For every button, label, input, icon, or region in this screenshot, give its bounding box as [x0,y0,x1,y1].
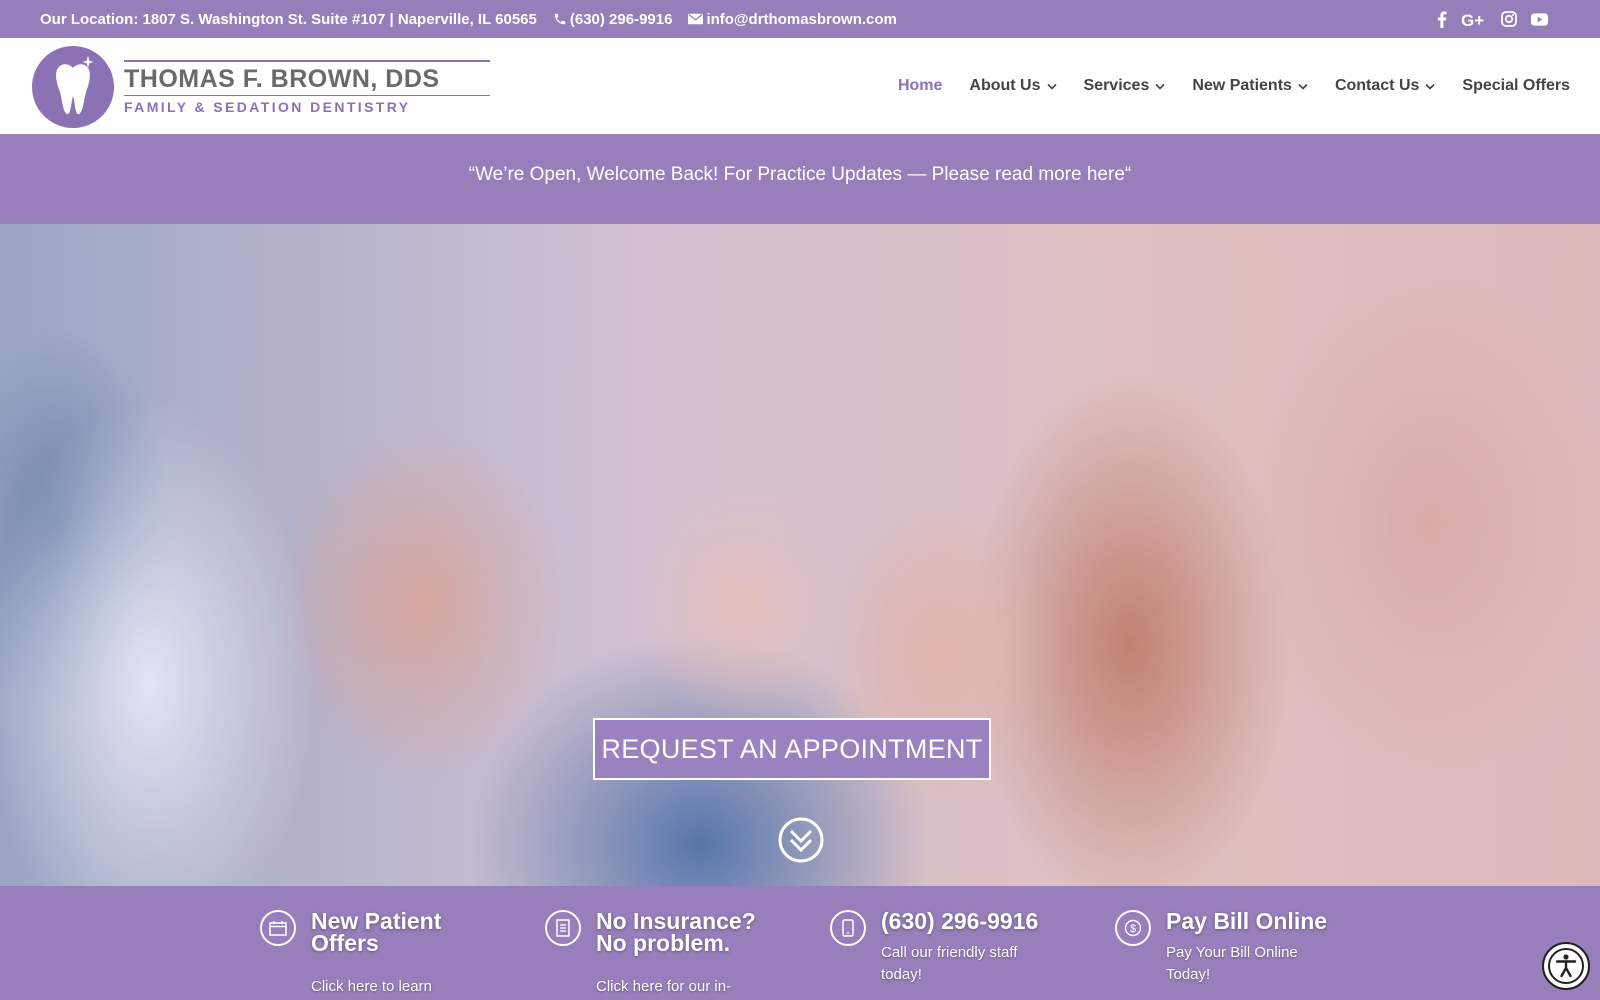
instagram-icon[interactable] [1501,9,1517,29]
facebook-icon[interactable] [1437,9,1447,29]
feature-text: Pay Your Bill Online Today! [1166,942,1336,986]
nav-special-offers-label: Special Offers [1462,77,1570,94]
feature-text-line: Today! [1166,966,1211,983]
request-appointment-button[interactable]: REQUEST AN APPOINTMENT [593,718,991,780]
nav-new-patients-label: New Patients [1192,77,1292,94]
feature-title-line: (630) 296-9916 [881,908,1039,934]
feature-title-line: No problem. [596,930,731,956]
social-links: G+ [1437,0,1548,38]
dollar-icon: $ [1115,910,1151,946]
nav-services-label: Services [1083,77,1150,94]
phone-text: (630) 296-9916 [569,10,673,28]
location-text: Our Location: 1807 S. Washington St. Sui… [40,10,537,28]
feature-title-line: Offers [311,930,379,956]
phone-link[interactable]: (630) 296-9916 [553,10,673,28]
feature-no-insurance[interactable]: No Insurance? No problem. Click here for… [545,910,795,1000]
site-header: THOMAS F. BROWN, DDS FAMILY & SEDATION D… [0,38,1600,134]
hero-banner: REQUEST AN APPOINTMENT [0,224,1600,886]
feature-text-line: Pay Your Bill Online [1166,944,1298,961]
nav-services[interactable]: Services [1084,77,1166,95]
chevron-down-icon [1046,83,1057,90]
svg-text:G+: G+ [1461,11,1484,28]
document-icon [545,910,581,946]
main-nav: Home About Us Services New Patients Cont… [898,38,1570,134]
nav-new-patients[interactable]: New Patients [1192,77,1308,95]
logo-subtitle: FAMILY & SEDATION DENTISTRY [124,98,411,115]
chevron-down-icon [1298,83,1308,90]
feature-text-line: today! [881,966,922,983]
feature-title-line: No Insurance? [596,908,756,934]
tooth-logo-icon [32,46,114,128]
scroll-down-icon[interactable] [777,816,825,864]
feature-title: New Patient Offers [311,908,511,956]
email-text: info@drthomasbrown.com [706,10,897,28]
feature-text-line: Click here for our in- [596,978,732,995]
feature-title-line: New Patient [311,908,442,934]
site-logo[interactable]: THOMAS F. BROWN, DDS FAMILY & SEDATION D… [32,46,490,128]
feature-title: (630) 296-9916 [881,908,1081,934]
contact-info: Our Location: 1807 S. Washington St. Sui… [40,0,897,38]
hero-photo [0,224,1600,886]
nav-about-us-label: About Us [969,77,1041,94]
nav-contact-us-label: Contact Us [1334,77,1420,94]
email-link[interactable]: info@drthomasbrown.com [688,10,897,28]
feature-text: Click here to learn [311,976,481,998]
youtube-icon[interactable] [1531,9,1548,29]
chevron-down-icon [1155,83,1165,90]
feature-strip: New Patient Offers Click here to learn N… [0,886,1600,1000]
announcement-text[interactable]: “We’re Open, Welcome Back! For Practice … [469,164,1131,186]
announcement-bar[interactable]: “We’re Open, Welcome Back! For Practice … [0,134,1600,224]
feature-text-line: Click here to learn [311,978,432,995]
calendar-icon [260,910,296,946]
feature-text-line: Call our friendly staff [881,944,1018,961]
mobile-phone-icon [830,910,866,946]
feature-phone[interactable]: (630) 296-9916 Call our friendly staff t… [830,910,1080,1000]
accessibility-icon[interactable] [1542,942,1590,990]
nav-contact-us[interactable]: Contact Us [1335,77,1435,95]
chevron-down-icon [1425,83,1435,90]
feature-new-patient-offers[interactable]: New Patient Offers Click here to learn [260,910,510,1000]
feature-text: Call our friendly staff today! [881,942,1051,986]
logo-name: THOMAS F. BROWN, DDS [124,64,440,93]
feature-pay-bill[interactable]: $ Pay Bill Online Pay Your Bill Online T… [1115,910,1365,1000]
envelope-icon [688,13,704,25]
feature-title: No Insurance? No problem. [596,908,796,956]
google-plus-icon[interactable]: G+ [1461,9,1487,29]
nav-home-label: Home [897,77,943,94]
feature-title: Pay Bill Online [1166,908,1366,934]
feature-title-line: Pay Bill Online [1166,908,1328,934]
nav-home[interactable]: Home [898,77,942,95]
phone-icon [554,13,566,25]
top-info-bar: Our Location: 1807 S. Washington St. Sui… [0,0,1600,38]
feature-text: Click here for our in- [596,976,766,998]
nav-special-offers[interactable]: Special Offers [1462,77,1570,95]
nav-about-us[interactable]: About Us [969,77,1057,95]
svg-text:$: $ [1130,923,1136,935]
